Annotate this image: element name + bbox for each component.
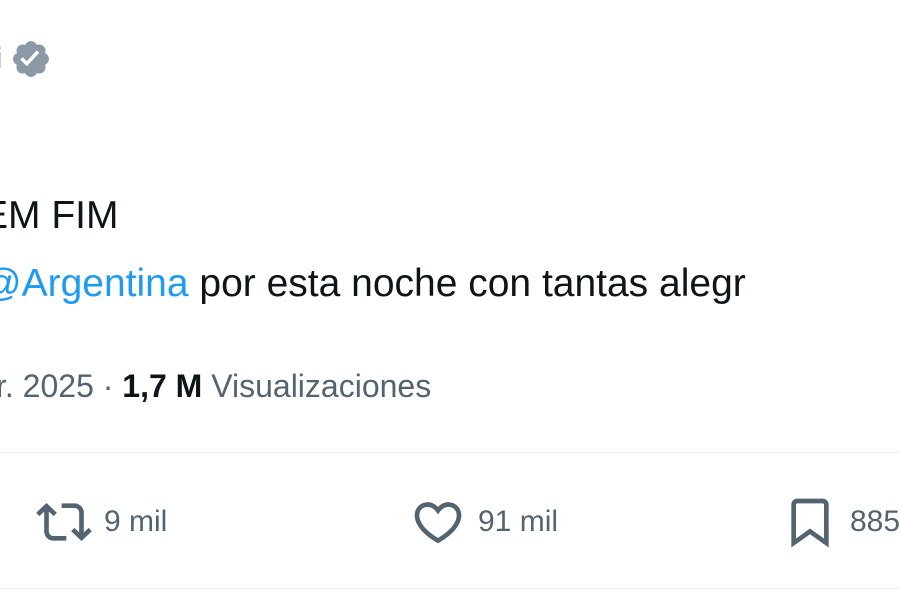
bookmark-icon xyxy=(791,498,829,548)
tweet-card: i EM FIM @Argentina por esta noche con t… xyxy=(0,0,900,600)
author-header: i xyxy=(0,38,52,80)
tweet-line-2-text: por esta noche con tantas alegr xyxy=(188,262,746,305)
views-count: 1,7 M xyxy=(122,368,203,404)
meta-separator: · xyxy=(93,368,123,404)
heart-icon xyxy=(414,502,462,544)
views-label: Visualizaciones xyxy=(211,368,432,404)
mention-link[interactable]: @Argentina xyxy=(0,262,189,305)
retweet-count: 9 mil xyxy=(104,505,168,538)
bookmark-button[interactable]: 885 xyxy=(782,494,900,550)
author-name[interactable]: i xyxy=(0,39,2,79)
tweet-date[interactable]: r. 2025 xyxy=(0,368,94,404)
tweet-meta: r. 2025 · 1,7 M Visualizaciones xyxy=(0,364,431,408)
like-button[interactable]: 91 mil xyxy=(410,494,558,550)
action-bar: 9 mil 91 mil 885 xyxy=(0,494,900,554)
tweet-line-1: EM FIM xyxy=(0,194,119,237)
retweet-icon xyxy=(36,503,92,541)
tweet-text: EM FIM @Argentina por esta noche con tan… xyxy=(0,192,746,328)
divider-top xyxy=(0,452,900,453)
divider-bottom xyxy=(0,588,900,589)
verified-badge-icon[interactable] xyxy=(10,38,52,80)
retweet-button[interactable]: 9 mil xyxy=(36,494,167,550)
bookmark-count: 885 xyxy=(850,505,900,538)
tweet-line-2: @Argentina por esta noche con tantas ale… xyxy=(0,260,746,308)
like-count: 91 mil xyxy=(478,505,559,538)
